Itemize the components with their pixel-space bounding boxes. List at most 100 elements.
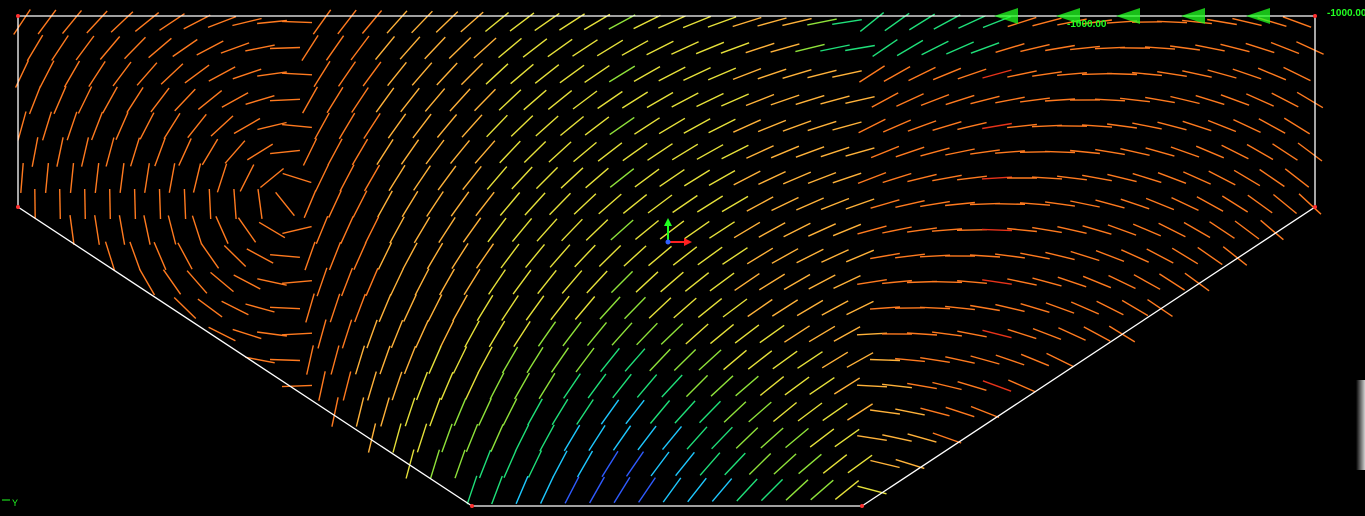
vector-segment (403, 345, 417, 375)
vector-segment (946, 41, 974, 55)
vector-segment (745, 42, 775, 54)
vector-segment (795, 146, 825, 158)
vector-segment (317, 319, 327, 349)
vector-segment (1057, 276, 1087, 288)
vector-segment (845, 198, 875, 210)
vector-segment (44, 163, 50, 193)
vector-segment (352, 190, 368, 218)
vector-segment (820, 95, 850, 105)
vector-segment (1020, 303, 1050, 313)
vector-segment (683, 169, 711, 187)
vector-segment (733, 170, 761, 186)
vector-segment (782, 120, 812, 132)
vector-segment (1272, 143, 1298, 161)
vector-segment (473, 37, 497, 59)
vector-segment (634, 117, 660, 135)
vector-segment (636, 374, 658, 398)
vector-segment (1082, 275, 1112, 289)
vector-segment (872, 39, 898, 57)
vector-segment (598, 193, 622, 215)
vector-segment (574, 244, 596, 268)
vector-segment (527, 398, 543, 426)
vector-segment (366, 319, 378, 349)
vector-segment (126, 87, 144, 113)
vector-segment (503, 450, 517, 478)
vector-segment (696, 144, 724, 160)
vector-segment (259, 167, 285, 189)
vector-segment (200, 243, 220, 269)
vector-segment (686, 426, 708, 450)
vector-segment (487, 217, 507, 243)
vector-segment (501, 346, 519, 374)
vector-segment (758, 222, 786, 238)
vector-segment (773, 453, 797, 475)
vector-segment (770, 43, 800, 53)
vector-segment (162, 269, 182, 295)
boundary-node (860, 504, 864, 508)
vector-segment (671, 41, 699, 55)
vector-segment (399, 36, 421, 60)
vector-segment (821, 351, 849, 369)
vector-segment (1184, 272, 1210, 292)
vector-segment (429, 449, 441, 479)
vector-segment (624, 296, 646, 320)
vector-segment (1220, 94, 1250, 106)
vector-segment (770, 94, 800, 106)
vector-segment (685, 323, 709, 345)
vector-segment (547, 90, 573, 110)
vector-segment (637, 425, 657, 451)
vector-segment (682, 15, 712, 29)
model-viewport[interactable]: -1000.00 -1000.00 Y (0, 0, 1365, 516)
vector-segment (527, 450, 543, 478)
vector-segment (428, 346, 442, 374)
vector-segment (598, 245, 622, 267)
load-arrow-icon (1246, 8, 1270, 24)
vector-segment (281, 20, 313, 24)
vector-segment (437, 165, 457, 191)
vector-segment (232, 68, 262, 80)
vector-segment (636, 322, 658, 346)
vector-segment (340, 267, 354, 297)
vector-segment (572, 39, 598, 57)
vector-segment (647, 194, 673, 214)
vector-segment (772, 350, 798, 370)
vector-segment (650, 451, 670, 477)
vector-segment (39, 60, 55, 88)
vector-segment (183, 188, 187, 220)
vector-segment (351, 87, 369, 113)
vector-segment (160, 63, 184, 85)
vector-segment (404, 397, 416, 427)
vector-segment (1195, 145, 1225, 159)
vector-segment (63, 60, 81, 88)
vector-segment (621, 91, 649, 109)
vector-segment (90, 111, 104, 141)
vector-segment (485, 63, 509, 85)
vector-segment (982, 69, 1012, 79)
vector-segment (1082, 225, 1112, 235)
vector-segment (246, 143, 274, 161)
vector-segment (224, 140, 246, 164)
vector-segment (1146, 248, 1174, 264)
vector-segment (208, 66, 236, 82)
boundary-node (1313, 14, 1317, 18)
vector-segment (757, 17, 787, 27)
vector-segment (869, 358, 901, 362)
vector-segment (354, 293, 366, 323)
vector-segment (257, 278, 287, 286)
vector-segment (845, 44, 875, 52)
vector-segment (596, 39, 624, 57)
vector-segment (735, 375, 759, 397)
vector-segment (957, 381, 987, 391)
vector-segment (454, 449, 466, 479)
vector-segment (859, 65, 885, 83)
vector-segment (59, 188, 61, 220)
vector-segment (662, 477, 682, 503)
vector-segment (448, 36, 472, 60)
vector-segment (808, 274, 836, 290)
vector-segment (660, 323, 684, 345)
vector-segment (747, 350, 773, 370)
vector-segment (548, 141, 572, 163)
vector-segment (1157, 172, 1187, 184)
vector-segment (167, 215, 177, 245)
vector-segment (138, 268, 156, 296)
